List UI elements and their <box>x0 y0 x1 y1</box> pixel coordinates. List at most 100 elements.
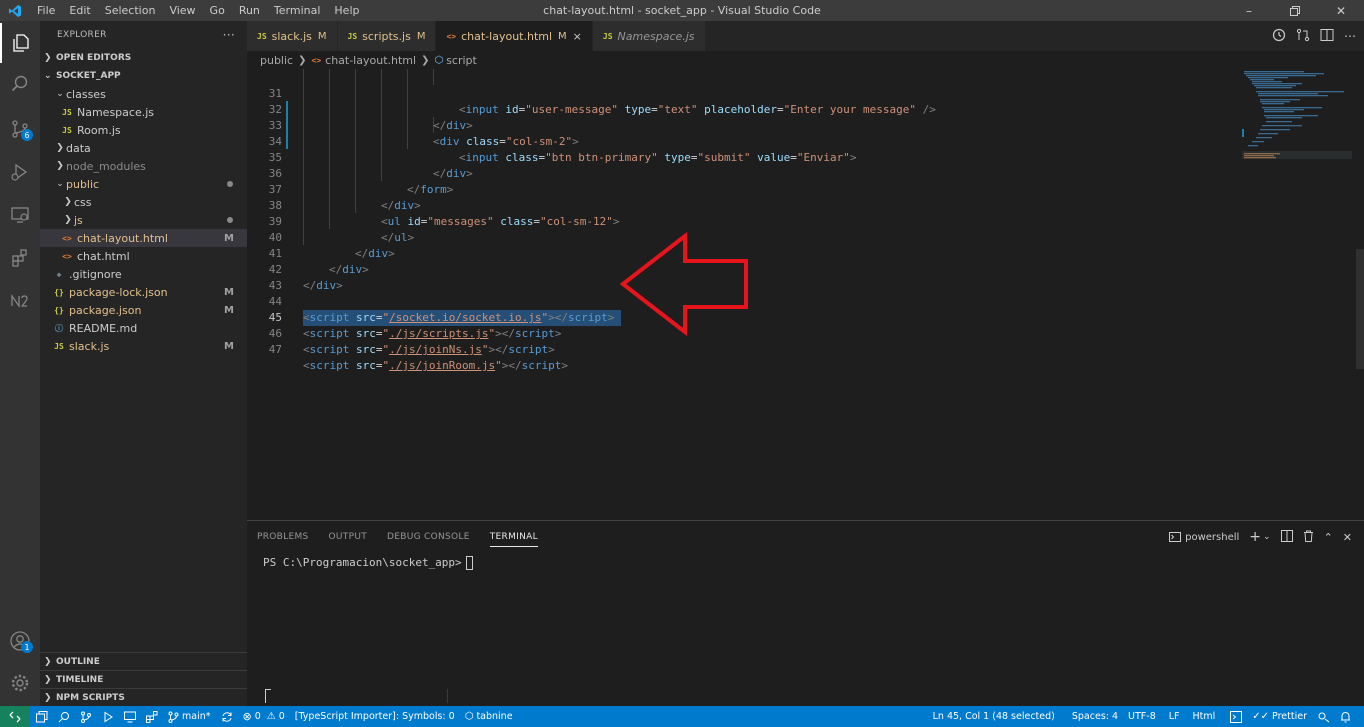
tree-item-package-json[interactable]: {} package.json M <box>40 301 247 319</box>
tab-debug-console[interactable]: DEBUG CONSOLE <box>387 521 470 553</box>
end-of-line[interactable]: LF <box>1169 711 1180 722</box>
menu-view[interactable]: View <box>162 0 202 21</box>
tree-item-gitignore[interactable]: ◆ .gitignore <box>40 265 247 283</box>
more-actions-icon[interactable]: ⋯ <box>1344 29 1356 43</box>
tree-item-classes[interactable]: ⌄ classes <box>40 85 247 103</box>
warning-icon: ⚠ <box>266 711 276 722</box>
run-debug-icon[interactable] <box>102 711 114 723</box>
chevron-right-icon: ❯ <box>64 197 72 207</box>
branch-name: main* <box>182 711 211 722</box>
explorer-icon[interactable] <box>0 23 40 63</box>
chevron-down-icon[interactable]: ⌄ <box>1263 532 1271 542</box>
tab-slack-js[interactable]: JS slack.js M <box>247 21 338 51</box>
tabnine-status[interactable]: ⬡ tabnine <box>465 711 513 722</box>
prettier-status[interactable]: ✓✓ Prettier <box>1252 711 1307 722</box>
menu-help[interactable]: Help <box>327 0 366 21</box>
tab-chat-layout-html[interactable]: <> chat-layout.html M × <box>436 21 593 51</box>
chevron-right-icon: ❯ <box>64 215 72 225</box>
source-control-icon[interactable] <box>80 711 92 723</box>
open-editors-section[interactable]: ❯ OPEN EDITORS <box>40 49 247 67</box>
remote-explorer-icon[interactable] <box>124 711 136 723</box>
source-control-icon[interactable]: 6 <box>0 109 40 149</box>
menu-run[interactable]: Run <box>232 0 267 21</box>
npm-scripts-section[interactable]: ❯ NPM SCRIPTS <box>40 688 247 706</box>
tree-item-js[interactable]: ❯ js <box>40 211 247 229</box>
editor-scrollbar[interactable] <box>1356 249 1364 369</box>
explorer-title: EXPLORER <box>57 30 107 40</box>
tree-item-slack-js[interactable]: JS slack.js M <box>40 337 247 355</box>
accounts-icon[interactable]: 1 <box>0 621 40 661</box>
split-terminal-icon[interactable] <box>1280 529 1293 545</box>
breadcrumb-symbol[interactable]: script <box>446 54 477 67</box>
menu-selection[interactable]: Selection <box>98 0 163 21</box>
more-actions-icon[interactable]: ··· <box>223 28 235 42</box>
copy-icon[interactable] <box>36 710 48 723</box>
cursor-position[interactable]: Ln 45, Col 1 (48 selected) <box>933 711 1055 722</box>
git-file-icon: ◆ <box>56 269 62 279</box>
tab-terminal[interactable]: TERMINAL <box>489 527 538 547</box>
live-share-icon[interactable] <box>1230 710 1243 723</box>
breadcrumb-public[interactable]: public <box>260 54 293 67</box>
json-file-icon: {} <box>54 305 64 315</box>
tree-item-public[interactable]: ⌄ public <box>40 175 247 193</box>
menu-go[interactable]: Go <box>203 0 232 21</box>
tree-item-room-js[interactable]: JS Room.js <box>40 121 247 139</box>
tree-item-package-lock-json[interactable]: {} package-lock.json M <box>40 283 247 301</box>
code-editor[interactable]: 31 <input id="user-message" type="text" … <box>247 69 1364 520</box>
new-terminal-icon[interactable]: + <box>1249 529 1261 545</box>
outline-section[interactable]: ❯ OUTLINE <box>40 652 247 670</box>
terminal[interactable]: PS C:\Programacion\socket_app> <box>247 553 1364 573</box>
menu-terminal[interactable]: Terminal <box>267 0 328 21</box>
workspace-section[interactable]: ⌄ SOCKET_APP <box>40 67 247 85</box>
notifications-bell-icon[interactable] <box>1340 711 1351 723</box>
menu-edit[interactable]: Edit <box>62 0 97 21</box>
remote-indicator-icon[interactable] <box>0 706 30 727</box>
shell-name: powershell <box>1185 531 1240 543</box>
settings-gear-icon[interactable] <box>0 663 40 703</box>
close-window-icon[interactable]: ✕ <box>1318 0 1364 21</box>
search-icon[interactable] <box>58 711 70 723</box>
tree-item-data[interactable]: ❯ data <box>40 139 247 157</box>
trash-icon[interactable] <box>1303 530 1314 545</box>
close-tab-icon[interactable]: × <box>573 30 582 43</box>
minimap[interactable] <box>1242 69 1352 179</box>
terminal-shell-selector[interactable]: powershell <box>1169 531 1239 543</box>
breadcrumb-file[interactable]: chat-layout.html <box>325 54 416 67</box>
extensions-icon[interactable] <box>146 710 158 723</box>
search-icon[interactable] <box>0 64 40 104</box>
source-control-action-icon[interactable] <box>1296 28 1310 45</box>
status-icons[interactable] <box>36 710 158 723</box>
tree-item-node-modules[interactable]: ❯ node_modules <box>40 157 247 175</box>
tree-item-label: package-lock.json <box>69 285 168 299</box>
split-editor-icon[interactable] <box>1320 28 1334 45</box>
problems-status[interactable]: ⊗ 0 ⚠ 0 <box>243 710 285 723</box>
timeline-section[interactable]: ❯ TIMELINE <box>40 670 247 688</box>
tab-namespace-js[interactable]: JS Namespace.js <box>592 21 706 51</box>
tree-item-css[interactable]: ❯ css <box>40 193 247 211</box>
nx-console-icon[interactable] <box>0 281 40 321</box>
open-changes-icon[interactable] <box>1272 28 1286 45</box>
ts-importer-status[interactable]: [TypeScript Importer]: Symbols: 0 <box>295 711 455 722</box>
indentation[interactable]: Spaces: 4 <box>1072 711 1118 722</box>
tab-problems[interactable]: PROBLEMS <box>257 521 309 553</box>
tree-item-readme-md[interactable]: ⓘ README.md <box>40 319 247 337</box>
remote-explorer-icon[interactable] <box>0 195 40 235</box>
tab-scripts-js[interactable]: JS scripts.js M <box>337 21 437 51</box>
tab-output[interactable]: OUTPUT <box>329 521 367 553</box>
tree-item-namespace-js[interactable]: JS Namespace.js <box>40 103 247 121</box>
run-debug-icon[interactable] <box>0 152 40 192</box>
prettier-label: Prettier <box>1272 711 1307 722</box>
restore-icon[interactable] <box>1272 0 1318 21</box>
minimize-icon[interactable]: – <box>1226 0 1272 21</box>
extensions-icon[interactable] <box>0 238 40 278</box>
tree-item-chat-html[interactable]: <> chat.html <box>40 247 247 265</box>
sync-icon[interactable] <box>221 711 233 723</box>
feedback-icon[interactable] <box>1318 711 1330 723</box>
branch-status[interactable]: main* <box>168 711 211 723</box>
tree-item-chat-layout-html[interactable]: <> chat-layout.html M <box>40 229 247 247</box>
language-mode[interactable]: Html <box>1193 711 1216 722</box>
close-panel-icon[interactable]: ✕ <box>1343 531 1352 544</box>
chevron-up-icon[interactable]: ⌃ <box>1324 531 1333 544</box>
encoding[interactable]: UTF-8 <box>1128 711 1156 722</box>
menu-file[interactable]: File <box>30 0 62 21</box>
